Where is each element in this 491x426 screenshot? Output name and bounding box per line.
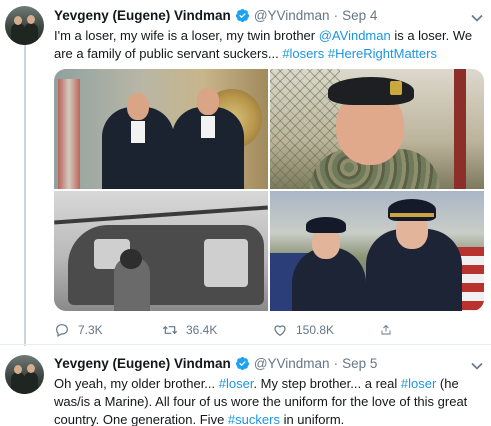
separator-dot: · <box>333 356 339 371</box>
chevron-down-icon[interactable] <box>471 14 483 22</box>
share-icon <box>381 324 391 335</box>
author-handle[interactable]: @YVindman <box>254 356 330 371</box>
like-count: 150.8K <box>296 323 335 337</box>
avatar[interactable] <box>5 355 44 394</box>
tweet-1[interactable]: Yevgeny (Eugene) Vindman @YVindman · Sep… <box>0 0 491 344</box>
hashtag-link[interactable]: #loser <box>401 376 436 391</box>
author-name[interactable]: Yevgeny (Eugene) Vindman <box>54 356 231 371</box>
hashtag-link[interactable]: #HereRightMatters <box>328 46 437 61</box>
share-button[interactable] <box>380 322 400 338</box>
photo-officers-indoors[interactable] <box>54 69 268 189</box>
separator-dot: · <box>333 8 339 23</box>
like-button[interactable]: 150.8K <box>272 322 380 338</box>
like-icon <box>274 325 286 337</box>
hashtag-link[interactable]: #losers <box>282 46 324 61</box>
mention-link[interactable]: @AVindman <box>319 28 391 43</box>
verified-badge-icon <box>235 8 249 23</box>
tweet-text: Oh yeah, my older brother... #loser. My … <box>54 375 485 426</box>
tweet-text-part: in uniform. <box>279 412 345 426</box>
photo-helicopter[interactable] <box>54 191 268 311</box>
photo-couple-dress-uniform[interactable] <box>270 191 484 311</box>
tweet-text-part: I'm a loser, my wife is a loser, my twin… <box>54 28 319 43</box>
tweet-text-part: Oh yeah, my older brother... <box>54 376 219 391</box>
author-name[interactable]: Yevgeny (Eugene) Vindman <box>54 8 231 23</box>
reply-count: 7.3K <box>78 323 103 337</box>
reply-icon <box>56 324 68 338</box>
tweet-header: Yevgeny (Eugene) Vindman @YVindman · Sep… <box>54 356 377 371</box>
tweet-2[interactable]: Yevgeny (Eugene) Vindman @YVindman · Sep… <box>0 344 491 426</box>
verified-badge-icon <box>235 356 249 371</box>
avatar[interactable] <box>5 6 44 45</box>
hashtag-link[interactable]: #suckers <box>228 412 280 426</box>
tweet-actions: 7.3K 36.4K 150.8K <box>54 320 484 340</box>
tweet-header: Yevgeny (Eugene) Vindman @YVindman · Sep… <box>54 8 377 23</box>
tweet-text: I'm a loser, my wife is a loser, my twin… <box>54 27 485 63</box>
tweet-date[interactable]: Sep 4 <box>342 8 377 23</box>
chevron-down-icon[interactable] <box>471 362 483 370</box>
retweet-button[interactable]: 36.4K <box>162 322 272 338</box>
photo-soldier-beret[interactable] <box>270 69 484 189</box>
tweet-date[interactable]: Sep 5 <box>342 356 377 371</box>
reply-button[interactable]: 7.3K <box>54 322 162 338</box>
retweet-icon <box>162 325 178 335</box>
hashtag-link[interactable]: #loser <box>219 376 254 391</box>
retweet-count: 36.4K <box>186 323 218 337</box>
tweet-text-part: . My step brother... a real <box>253 376 401 391</box>
photo-grid <box>54 69 484 311</box>
author-handle[interactable]: @YVindman <box>254 8 330 23</box>
